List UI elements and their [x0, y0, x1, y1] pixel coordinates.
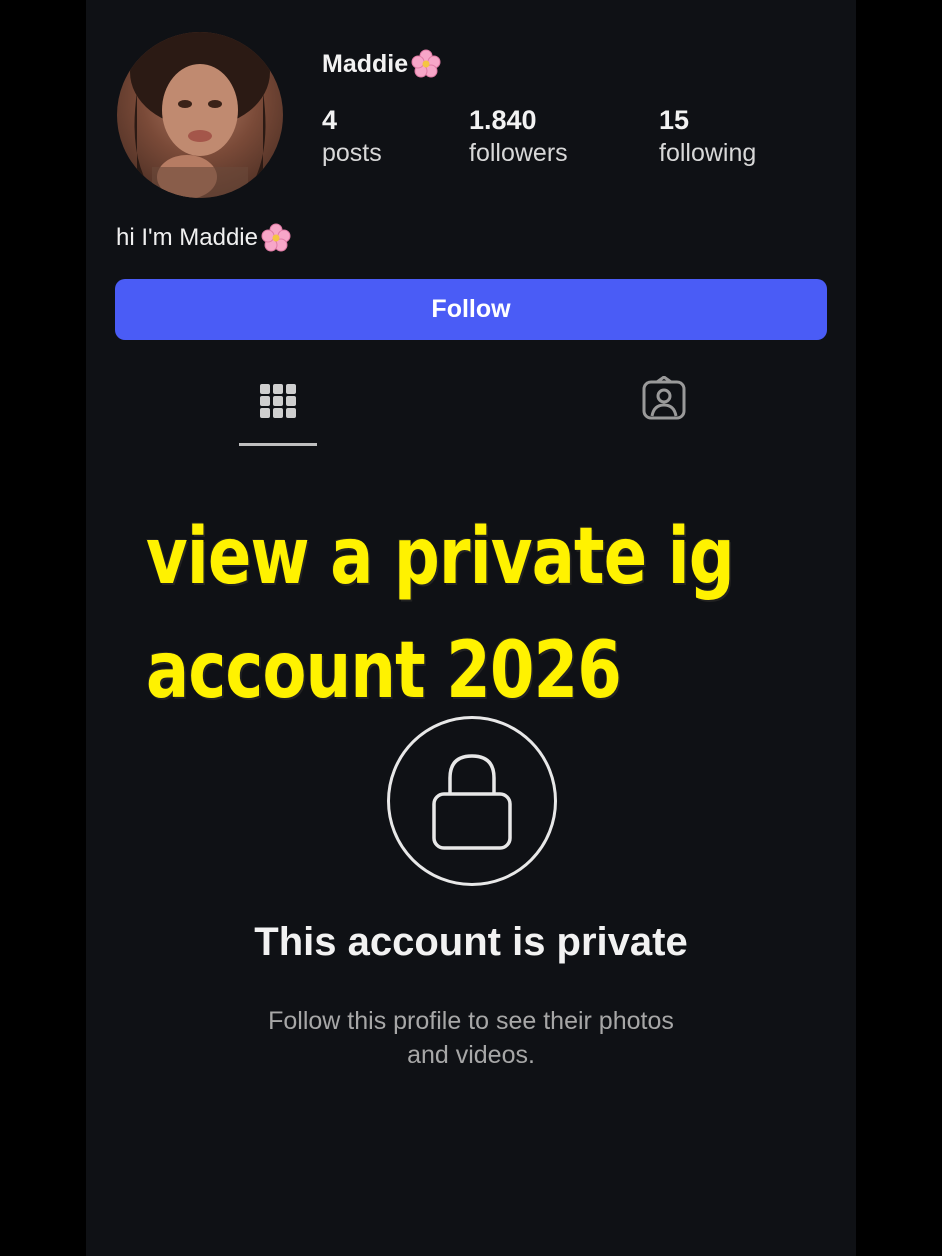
followers-count: 1.840	[469, 105, 537, 135]
followers-stat[interactable]: 1.840 followers	[469, 104, 568, 170]
avatar[interactable]	[117, 32, 283, 198]
private-subtitle-line-1: Follow this profile to see their photos	[268, 1007, 674, 1035]
posts-stat[interactable]: 4 posts	[322, 104, 382, 170]
cherry-blossom-icon	[261, 223, 291, 252]
posts-label: posts	[322, 139, 382, 167]
follow-button[interactable]: Follow	[115, 279, 827, 340]
private-account-title: This account is private	[254, 920, 688, 964]
lock-badge	[387, 716, 557, 886]
following-label: following	[659, 139, 757, 167]
bio-text: hi I'm Maddie	[116, 224, 258, 251]
username-text: Maddie	[322, 49, 409, 78]
bio: hi I'm Maddie	[116, 222, 292, 254]
cherry-blossom-icon	[411, 49, 441, 78]
profile-screen: Maddie 4 posts 1.840 followers 15 follow…	[86, 0, 856, 1256]
following-stat[interactable]: 15 following	[659, 104, 756, 170]
grid-icon	[260, 384, 296, 418]
following-count: 15	[659, 105, 690, 135]
overlay-line-1: view a private ig	[146, 512, 735, 602]
username: Maddie	[322, 48, 442, 80]
private-account-subtitle: Follow this profile to see their photos …	[221, 1004, 721, 1072]
followers-label: followers	[469, 139, 568, 167]
lock-icon	[432, 754, 512, 850]
private-subtitle-line-2: and videos.	[407, 1041, 535, 1069]
overlay-line-2: account 2026	[146, 626, 622, 716]
tagged-person-icon	[642, 376, 686, 420]
tab-posts-grid[interactable]	[239, 374, 317, 446]
overlay-caption: view a private ig account 2026	[146, 500, 735, 728]
tab-tagged[interactable]	[631, 376, 697, 442]
avatar-photo	[130, 32, 270, 198]
posts-count: 4	[322, 105, 338, 135]
